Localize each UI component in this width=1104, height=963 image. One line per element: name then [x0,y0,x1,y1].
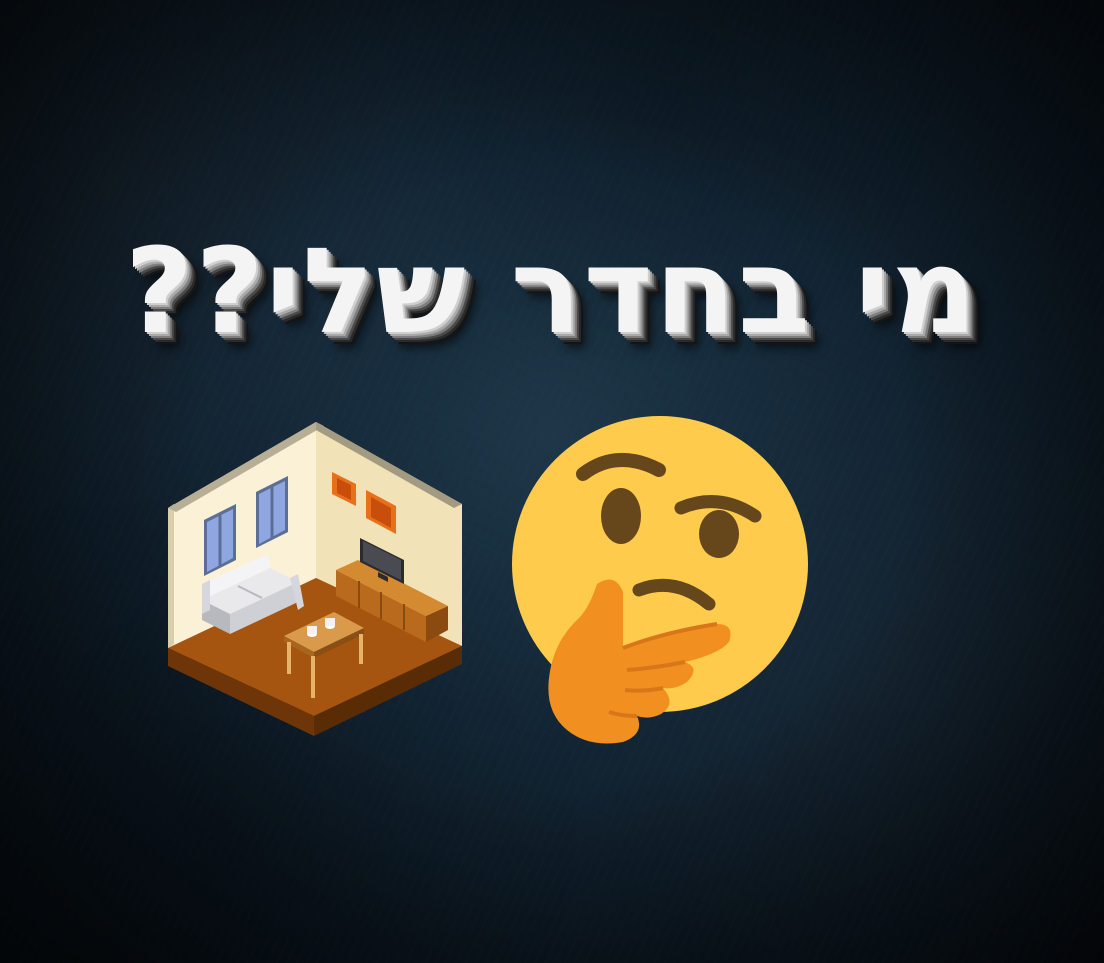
title-text: מי בחדר שלי?? [124,222,980,360]
thinking-face-emoji-icon [512,416,808,744]
living-room-icon [168,422,462,736]
background: מי בחדר שלי?? [0,0,1104,963]
